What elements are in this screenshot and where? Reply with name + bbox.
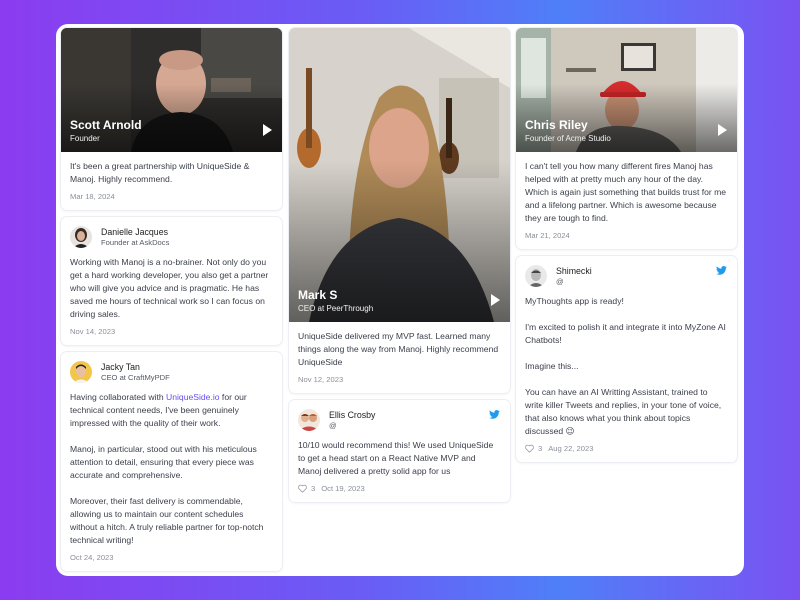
author-handle: @ <box>329 420 337 430</box>
author-name: Scott Arnold <box>70 118 142 132</box>
avatar <box>70 226 92 248</box>
testimonial-card-scott[interactable]: Scott Arnold Founder It's been a great p… <box>61 28 282 210</box>
testimonial-date: Nov 14, 2023 <box>70 327 116 336</box>
testimonial-date: Oct 19, 2023 <box>321 484 365 493</box>
column-2: Mark S CEO at PeerThrough UniqueSide del… <box>289 28 510 509</box>
play-icon[interactable] <box>718 124 727 136</box>
author-role: CEO at PeerThrough <box>298 304 374 313</box>
author-name: Chris Riley <box>525 118 588 132</box>
testimonial-text: UniqueSide delivered my MVP fast. Learne… <box>298 331 499 367</box>
heart-icon[interactable] <box>525 444 534 453</box>
testimonial-card-shimecki: Shimecki @ MyThoughts app is ready! I'm … <box>516 256 737 462</box>
like-count: 3 <box>311 484 316 493</box>
video-thumbnail[interactable]: Scott Arnold Founder <box>61 28 282 152</box>
video-thumbnail[interactable]: Mark S CEO at PeerThrough <box>289 28 510 322</box>
twitter-icon[interactable] <box>489 410 500 419</box>
testimonial-card-ellis: Ellis Crosby @ 10/10 would recommend thi… <box>289 400 510 502</box>
play-icon[interactable] <box>263 124 272 136</box>
play-icon[interactable] <box>491 294 500 306</box>
testimonial-text: I can't tell you how many different fire… <box>525 161 727 223</box>
testimonial-date: Mar 18, 2024 <box>70 192 115 201</box>
testimonial-text: 10/10 would recommend this! We used Uniq… <box>298 440 494 476</box>
testimonial-text: Having collaborated with UniqueSide.io f… <box>70 391 273 547</box>
testimonial-card-danielle: Danielle Jacques Founder at AskDocs Work… <box>61 217 282 345</box>
twitter-icon[interactable] <box>716 266 727 275</box>
author-role: CEO at CraftMyPDF <box>101 372 170 382</box>
tweet-meta: 3 Oct 19, 2023 <box>298 484 501 493</box>
author-role: Founder <box>70 134 100 143</box>
author-name: Danielle Jacques <box>101 226 168 237</box>
testimonial-wall: Scott Arnold Founder It's been a great p… <box>56 24 744 576</box>
testimonial-date: Mar 21, 2024 <box>525 231 570 240</box>
testimonial-text: It's been a great partnership with Uniqu… <box>70 161 250 184</box>
testimonial-card-jacky: Jacky Tan CEO at CraftMyPDF Having colla… <box>61 352 282 571</box>
column-3: Chris Riley Founder of Acme Studio I can… <box>516 28 737 469</box>
testimonial-text: Working with Manoj is a no-brainer. Not … <box>70 257 269 319</box>
like-count: 3 <box>538 444 543 453</box>
author-handle: @ <box>556 276 564 286</box>
column-1: Scott Arnold Founder It's been a great p… <box>61 28 282 576</box>
author-name: Jacky Tan <box>101 361 140 372</box>
testimonial-date: Aug 22, 2023 <box>548 444 594 453</box>
avatar <box>70 361 92 383</box>
heart-icon[interactable] <box>298 484 307 493</box>
uniqueside-link[interactable]: UniqueSide.io <box>166 392 220 402</box>
author-name: Ellis Crosby <box>329 409 376 420</box>
text-prefix: Having collaborated with <box>70 392 167 402</box>
avatar <box>525 265 547 287</box>
author-role: Founder at AskDocs <box>101 237 170 247</box>
author-name: Shimecki <box>556 265 592 276</box>
testimonial-card-mark[interactable]: Mark S CEO at PeerThrough UniqueSide del… <box>289 28 510 393</box>
video-thumbnail[interactable]: Chris Riley Founder of Acme Studio <box>516 28 737 152</box>
tweet-meta: 3 Aug 22, 2023 <box>525 444 728 453</box>
author-name: Mark S <box>298 288 338 302</box>
avatar <box>298 409 320 431</box>
testimonial-text: MyThoughts app is ready! I'm excited to … <box>525 296 726 436</box>
text-suffix: for our technical content needs, I've be… <box>70 392 264 545</box>
testimonial-date: Oct 24, 2023 <box>70 553 114 562</box>
testimonial-card-chris[interactable]: Chris Riley Founder of Acme Studio I can… <box>516 28 737 249</box>
testimonial-date: Nov 12, 2023 <box>298 375 344 384</box>
author-role: Founder of Acme Studio <box>525 134 611 143</box>
